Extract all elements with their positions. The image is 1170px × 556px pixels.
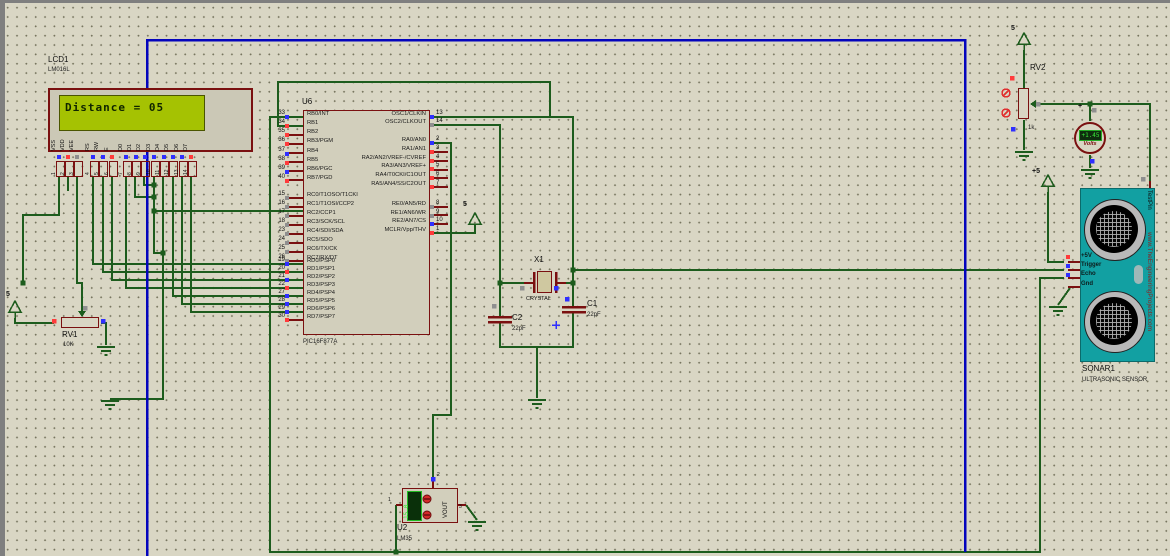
voltmeter-minus-label: - (1079, 154, 1081, 161)
wire-vss (23, 176, 59, 283)
wires-layer (0, 0, 1170, 556)
sonar-ref-label: SONAR1 (1082, 364, 1115, 373)
sonar-part-label: ULTRASONIC SENSOR (1082, 377, 1147, 383)
rv1-pot[interactable] (61, 317, 99, 328)
sonar-power-label: +5 (1032, 168, 1040, 175)
pin-state-marker (152, 155, 156, 159)
pin-state-marker (124, 155, 128, 159)
wire-ra0-lm35 (430, 143, 451, 480)
lm35-ref-label: U2 (397, 523, 407, 532)
sonar-pin-labels: +5VTriggerEchoGnd (1081, 253, 1101, 290)
lm35-part-label: LM35 (397, 536, 412, 542)
wire-vee-to-rv1 (77, 176, 82, 313)
voltmeter-reading: +1.45 (1079, 130, 1102, 141)
c1-ref-label: C1 (587, 299, 597, 308)
crystal[interactable] (537, 271, 552, 293)
wire-sonar-gnd (1058, 288, 1070, 305)
mclr-power-label: 5 (463, 201, 467, 208)
crystal-ref-label: X1 (534, 255, 544, 264)
window-border-top (0, 0, 1170, 3)
pic-labels-right-a: OSC1/CLKINOSC2/CLKOUT (306, 111, 426, 127)
rv2-value-label: 1k (1028, 125, 1034, 131)
pic-labels-left-c: RD0/PSP0RD1/PSP1RD2/PSP2RD3/PSP3RD4/PSP4… (307, 258, 335, 322)
lcd-pin: 6 (109, 161, 118, 177)
ground-symbols (97, 152, 1099, 530)
pin-state-marker (134, 155, 138, 159)
lm35-vout-label: VOUT (443, 488, 449, 518)
sonar-watermark: www.TheEngineeringProjects.com (1146, 232, 1153, 331)
lm35-sensor[interactable]: 15.0 VOUT (402, 488, 458, 523)
transducer-top-icon (1084, 199, 1146, 261)
rv2-pot[interactable] (1018, 88, 1029, 119)
lcd-ref-label: LCD1 (48, 55, 68, 64)
wire-d3 (154, 176, 163, 253)
pic-labels-right-b: RA0/AN0RA1/AN1RA2/AN2/VREF-/CVREFRA3/AN3… (306, 137, 426, 190)
lcd-screen: Distance = 05 (59, 95, 205, 131)
lm35-pin2-label: 2 (437, 472, 440, 478)
wire-lm35-p3 (466, 505, 477, 520)
pin-state-marker (66, 155, 70, 159)
pin-state-marker (143, 155, 147, 159)
c2-value-label: 22pF (512, 326, 526, 332)
rv2-ref-label: RV2 (1030, 63, 1045, 72)
lm35-pin3-label: 3 (459, 504, 462, 510)
transducer-bottom-icon (1084, 291, 1146, 353)
rv2-power-label: 5 (1011, 25, 1015, 32)
voltmeter[interactable]: +1.45 (1074, 122, 1106, 154)
lcd-part-label: LM016L (48, 67, 70, 73)
lm35-pin1-label: 1 (388, 497, 391, 503)
pic-ref-label: U6 (302, 97, 312, 106)
pin-state-marker (101, 155, 105, 159)
lm35-adjust-knobs[interactable] (403, 489, 459, 524)
lcd-pin-row: 1 2 3 4 5 6 7 8 9 10 (56, 155, 198, 176)
rv1-value-label: 10K (63, 342, 74, 348)
pin-state-marker (162, 155, 166, 159)
pin-state-marker (110, 155, 114, 159)
sonar-testpin-label: TestPin (1146, 190, 1152, 210)
pot-adjust-icons (1002, 89, 1010, 117)
rv1-ref-label: RV1 (62, 330, 77, 339)
voltmeter-unit-label: Volts (1076, 141, 1104, 147)
wire-sonar-5v (1048, 192, 1064, 262)
pic-labels-right-d: MCLR/Vpp/THV (306, 227, 426, 236)
pin-state-marker (91, 155, 95, 159)
c2-ref-label: C2 (512, 313, 522, 322)
wire-rv1-right (101, 323, 106, 345)
pin-state-marker (171, 155, 175, 159)
pin-state-marker (57, 155, 61, 159)
lcd-pin-name-row: VSSVDDVEERSRWED0D1D2D3D4D5D6D7 (56, 133, 198, 151)
window-border-left (0, 0, 5, 556)
pin-state-marker (189, 155, 193, 159)
wire-rv1-left (15, 318, 54, 323)
pic-part-label: PIC16F877A (303, 339, 337, 345)
lcd-display-text: Distance = 05 (65, 101, 164, 114)
sonar-oval-detail (1134, 265, 1143, 284)
pic-labels-right-c: RE0/AN5/RDRE1/AN6/WRRE2/AN7/CS (306, 201, 426, 227)
schematic-canvas: LCD1 LM016L Distance = 05 VSSVDDVEERSRWE… (0, 0, 1170, 556)
crystal-part-label: CRYSTAL (526, 296, 551, 302)
lcd-pin: 14 (188, 161, 197, 177)
pin-state-marker (180, 155, 184, 159)
voltmeter-plus-label: + (1078, 103, 1082, 110)
rv1-power-label: 5 (6, 291, 10, 298)
c1-value-label: 22pF (587, 312, 601, 318)
lcd-pin: 3 (74, 161, 83, 177)
pin-state-marker (75, 155, 79, 159)
